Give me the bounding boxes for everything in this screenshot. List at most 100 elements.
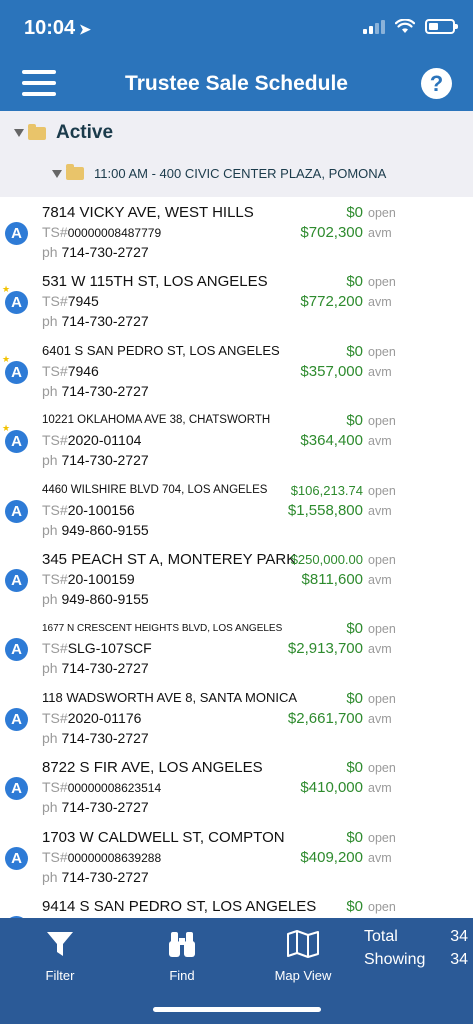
- phone-line[interactable]: ph 714-730-2727: [42, 730, 149, 746]
- property-row[interactable]: A 1703 W CALDWELL ST, COMPTON $0 open TS#000…: [0, 822, 473, 891]
- ts-prefix: TS#: [42, 501, 68, 518]
- ts-line: TS#00000008639288: [42, 849, 161, 865]
- ts-number: 2020-01176: [67, 709, 142, 726]
- avm-value: $702,300: [300, 224, 363, 241]
- help-button[interactable]: ?: [421, 68, 452, 99]
- group-sale-location[interactable]: 11:00 AM - 400 CIVIC CENTER PLAZA, POMON…: [52, 164, 387, 181]
- ts-prefix: TS#: [42, 224, 68, 240]
- property-row[interactable]: A 1677 N CRESCENT HEIGHTS BLVD, LOS ANGEL…: [0, 613, 473, 682]
- opening-bid: $0: [346, 897, 363, 915]
- ts-prefix: TS#: [42, 293, 68, 310]
- open-label: open: [368, 622, 396, 637]
- phone-line[interactable]: ph 714-730-2727: [42, 660, 149, 676]
- property-list[interactable]: A 7814 VICKY AVE, WEST HILLS $0 open TS#0000…: [0, 197, 473, 918]
- avm-label: avm: [368, 572, 392, 587]
- group-active[interactable]: Active: [14, 122, 113, 144]
- avm-value: $2,661,700: [287, 709, 363, 727]
- phone-prefix: ph: [42, 590, 58, 607]
- phone-prefix: ph: [42, 521, 58, 538]
- folder-icon: [28, 123, 46, 140]
- property-row[interactable]: A 7814 VICKY AVE, WEST HILLS $0 open TS#0000…: [0, 197, 473, 266]
- opening-bid: $106,213.74: [290, 482, 363, 498]
- ts-prefix: TS#: [42, 362, 68, 379]
- phone-prefix: ph: [42, 799, 58, 816]
- phone-number: 714-730-2727: [61, 382, 149, 399]
- status-badge: A: [5, 291, 28, 315]
- open-label: open: [368, 206, 396, 220]
- status-badge: A: [5, 707, 28, 731]
- ts-line: TS#SLG-107SCF: [42, 640, 152, 656]
- phone-line[interactable]: ph 714-730-2727: [42, 452, 149, 468]
- property-address: 7814 VICKY AVE, WEST HILLS: [42, 204, 254, 221]
- ts-line: TS#00000008487779: [42, 224, 161, 240]
- map-view-label: Map View: [274, 968, 332, 983]
- map-view-button[interactable]: Map View: [263, 928, 343, 983]
- ts-line: TS#20-100156: [42, 502, 135, 518]
- phone-line[interactable]: ph 949-860-9155: [42, 591, 149, 607]
- property-row[interactable]: A 345 PEACH ST A, MONTEREY PARK $250,000.0…: [0, 544, 473, 613]
- property-row[interactable]: A 118 WADSWORTH AVE 8, SANTA MONICA $0 open…: [0, 683, 473, 752]
- avm-value: $409,200: [300, 848, 363, 866]
- open-label: open: [368, 483, 396, 498]
- find-label: Find: [169, 968, 195, 983]
- open-label: open: [368, 830, 396, 845]
- property-address: 345 PEACH ST A, MONTEREY PARK: [42, 550, 297, 568]
- status-badge: A: [5, 846, 28, 870]
- ts-number: 00000008639288: [67, 850, 162, 865]
- find-button[interactable]: Find: [142, 928, 222, 983]
- phone-prefix: ph: [42, 452, 58, 469]
- open-label: open: [368, 899, 396, 914]
- phone-line[interactable]: ph 714-730-2727: [42, 869, 149, 885]
- avm-value: $2,913,700: [287, 640, 363, 658]
- phone-line[interactable]: ph 714-730-2727: [42, 313, 149, 329]
- property-address: 6401 S SAN PEDRO ST, LOS ANGELES: [42, 342, 280, 358]
- status-badge: A: [5, 360, 28, 384]
- phone-line[interactable]: ph 714-730-2727: [42, 799, 149, 815]
- opening-bid: $0: [346, 689, 363, 707]
- status-badge: A: [5, 638, 28, 662]
- status-badge: A: [5, 568, 28, 592]
- property-row[interactable]: ★ A 6401 S SAN PEDRO ST, LOS ANGELES $0 open…: [0, 336, 473, 405]
- property-row[interactable]: A 8722 S FIR AVE, LOS ANGELES $0 open TS#000…: [0, 752, 473, 821]
- ts-number: 00000008487779: [67, 226, 162, 240]
- property-address: 531 W 115TH ST, LOS ANGELES: [42, 273, 268, 291]
- phone-prefix: ph: [42, 313, 58, 330]
- filter-label: Filter: [45, 968, 75, 983]
- ts-prefix: TS#: [42, 709, 68, 726]
- property-row[interactable]: A 4460 WILSHIRE BLVD 704, LOS ANGELES $106…: [0, 475, 473, 544]
- opening-bid: $0: [346, 620, 363, 638]
- phone-line[interactable]: ph 714-730-2727: [42, 383, 149, 399]
- opening-bid: $0: [346, 273, 363, 291]
- avm-label: avm: [368, 295, 392, 310]
- phone-line[interactable]: ph 714-730-2727: [42, 244, 149, 260]
- total-value: 34: [450, 928, 468, 945]
- status-badge: A: [5, 222, 28, 245]
- battery-icon: [425, 19, 458, 34]
- property-address: 9414 S SAN PEDRO ST, LOS ANGELES: [42, 897, 317, 915]
- phone-number: 714-730-2727: [61, 313, 149, 330]
- avm-label: avm: [368, 364, 392, 379]
- filter-button[interactable]: Filter: [20, 928, 100, 983]
- property-row[interactable]: ★ A 531 W 115TH ST, LOS ANGELES $0 open TS#79…: [0, 266, 473, 335]
- avm-label: avm: [368, 850, 392, 865]
- ts-line: TS#2020-01104: [42, 432, 141, 448]
- open-label: open: [368, 414, 396, 429]
- group-active-label: Active: [56, 122, 114, 143]
- property-address: 1703 W CALDWELL ST, COMPTON: [42, 828, 285, 846]
- phone-prefix: ph: [42, 382, 58, 399]
- opening-bid: $250,000.00: [290, 551, 363, 567]
- avm-label: avm: [368, 503, 392, 518]
- status-badge: A: [5, 777, 28, 801]
- avm-label: avm: [368, 642, 392, 657]
- phone-number: 714-730-2727: [61, 799, 149, 816]
- property-row[interactable]: ★ A 10221 OKLAHOMA AVE 38, CHATSWORTH $0 ope…: [0, 405, 473, 474]
- total-label: Total: [364, 928, 398, 945]
- phone-line[interactable]: ph 949-860-9155: [42, 522, 149, 538]
- status-icons: [363, 19, 458, 34]
- group-location-label: 11:00 AM - 400 CIVIC CENTER PLAZA, POMON…: [94, 166, 387, 181]
- folder-icon: [66, 164, 84, 180]
- disclosure-triangle-icon: [14, 129, 24, 137]
- avm-label: avm: [368, 711, 392, 726]
- property-row[interactable]: A9414 S SAN PEDRO ST, LOS ANGELES$0open: [0, 891, 473, 918]
- ts-prefix: TS#: [42, 432, 68, 449]
